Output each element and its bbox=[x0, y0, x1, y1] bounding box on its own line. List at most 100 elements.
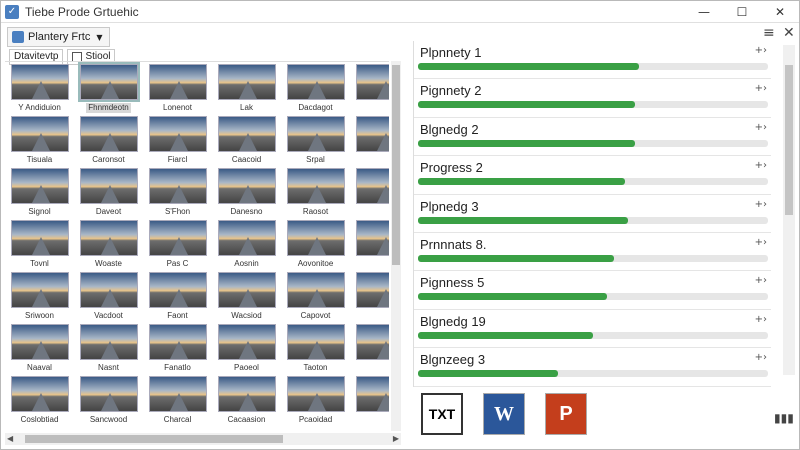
thumbnail-image[interactable] bbox=[10, 376, 69, 412]
progress-row[interactable]: Progress 2 +› bbox=[414, 156, 771, 195]
export-txt-button[interactable]: TXT bbox=[421, 393, 463, 435]
thumbnail-image[interactable] bbox=[79, 168, 138, 204]
thumbnail-image[interactable] bbox=[148, 64, 207, 100]
expand-arrow-icon[interactable]: +› bbox=[755, 160, 767, 171]
thumbnail-image[interactable] bbox=[286, 168, 345, 204]
thumbnail-item[interactable]: Raosot bbox=[285, 168, 346, 220]
thumbnail-image[interactable] bbox=[286, 64, 345, 100]
thumbnail-item[interactable]: Pas C bbox=[147, 220, 208, 272]
panel-menu-icon[interactable]: ≡ bbox=[763, 25, 775, 41]
thumbnail-item[interactable]: Fanatlo bbox=[147, 324, 208, 376]
project-dropdown[interactable]: Plantery Frtc ▼ bbox=[7, 27, 110, 47]
scroll-right-icon[interactable]: ▶ bbox=[393, 433, 399, 445]
scroll-left-icon[interactable]: ◀ bbox=[7, 433, 13, 445]
thumbnail-image[interactable] bbox=[148, 324, 207, 360]
thumbnail-image[interactable] bbox=[10, 64, 69, 100]
thumbnail-item[interactable]: Woaste bbox=[78, 220, 139, 272]
thumbnail-item[interactable]: Signol bbox=[9, 168, 70, 220]
progress-row[interactable]: Pignnety 2 +› bbox=[414, 79, 771, 118]
thumbnail-image[interactable] bbox=[355, 168, 389, 204]
thumbnail-image[interactable] bbox=[148, 376, 207, 412]
thumbnail-item[interactable] bbox=[354, 116, 389, 168]
expand-arrow-icon[interactable]: +› bbox=[755, 199, 767, 210]
thumbnail-image[interactable] bbox=[10, 324, 69, 360]
thumbnail-item[interactable]: Aovonitoe bbox=[285, 220, 346, 272]
thumbnail-item[interactable] bbox=[354, 168, 389, 220]
thumbnail-image[interactable] bbox=[217, 116, 276, 152]
thumbnail-image[interactable] bbox=[355, 116, 389, 152]
thumbnail-item[interactable]: Nasnt bbox=[78, 324, 139, 376]
expand-arrow-icon[interactable]: +› bbox=[755, 314, 767, 325]
thumbnail-image[interactable] bbox=[286, 220, 345, 256]
expand-arrow-icon[interactable]: +› bbox=[755, 45, 767, 56]
thumbnail-item[interactable]: Wacsiod bbox=[216, 272, 277, 324]
minimize-button[interactable]: — bbox=[685, 1, 723, 23]
thumbnail-image[interactable] bbox=[355, 220, 389, 256]
thumbnail-image[interactable] bbox=[355, 64, 389, 100]
thumbnail-item[interactable]: Lonenot bbox=[147, 64, 208, 116]
thumbnail-item[interactable] bbox=[354, 324, 389, 376]
thumbnail-image[interactable] bbox=[148, 220, 207, 256]
thumbnail-item[interactable]: Taoton bbox=[285, 324, 346, 376]
thumbnail-image[interactable] bbox=[217, 376, 276, 412]
thumbnail-image[interactable] bbox=[148, 116, 207, 152]
thumbnail-item[interactable]: Tovnl bbox=[9, 220, 70, 272]
thumbnail-item[interactable]: Fhnmdeotn bbox=[77, 62, 140, 116]
thumbnail-item[interactable]: Cacaasion bbox=[216, 376, 277, 428]
export-powerpoint-button[interactable]: P bbox=[545, 393, 587, 435]
thumbnail-item[interactable]: Sancwood bbox=[78, 376, 139, 428]
thumbnail-image[interactable] bbox=[217, 220, 276, 256]
thumbnail-image[interactable] bbox=[355, 324, 389, 360]
thumbnail-image[interactable] bbox=[79, 116, 138, 152]
export-word-button[interactable]: W bbox=[483, 393, 525, 435]
thumbnail-image[interactable] bbox=[79, 376, 138, 412]
expand-arrow-icon[interactable]: +› bbox=[755, 352, 767, 363]
thumbnail-item[interactable] bbox=[354, 220, 389, 272]
gallery-horizontal-scroll-thumb[interactable] bbox=[25, 435, 283, 443]
thumbnail-item[interactable]: Sriwoon bbox=[9, 272, 70, 324]
thumbnail-item[interactable]: Faont bbox=[147, 272, 208, 324]
thumbnail-item[interactable]: Y Andiduion bbox=[9, 64, 70, 116]
thumbnail-image[interactable] bbox=[286, 116, 345, 152]
thumbnail-item[interactable]: S'Fhon bbox=[147, 168, 208, 220]
thumbnail-image[interactable] bbox=[286, 324, 345, 360]
thumbnail-item[interactable]: Lak bbox=[216, 64, 277, 116]
thumbnail-image[interactable] bbox=[217, 272, 276, 308]
expand-arrow-icon[interactable]: +› bbox=[755, 122, 767, 133]
thumbnail-image[interactable] bbox=[217, 168, 276, 204]
progress-row[interactable]: Blgnzeeg 3 +› bbox=[414, 348, 771, 387]
thumbnail-item[interactable]: Caronsot bbox=[78, 116, 139, 168]
thumbnail-item[interactable]: Dacdagot bbox=[285, 64, 346, 116]
progress-row[interactable]: Blgnedg 2 +› bbox=[414, 118, 771, 157]
thumbnail-image[interactable] bbox=[217, 64, 276, 100]
thumbnail-image[interactable] bbox=[355, 272, 389, 308]
thumbnail-item[interactable]: Danesno bbox=[216, 168, 277, 220]
thumbnail-item[interactable] bbox=[354, 376, 389, 428]
gallery-horizontal-scrollbar[interactable]: ◀ ▶ bbox=[5, 433, 401, 445]
thumbnail-item[interactable] bbox=[354, 272, 389, 324]
expand-arrow-icon[interactable]: +› bbox=[755, 83, 767, 94]
thumbnail-image[interactable] bbox=[286, 272, 345, 308]
thumbnail-image[interactable] bbox=[10, 168, 69, 204]
thumbnail-item[interactable]: Charcal bbox=[147, 376, 208, 428]
thumbnail-image[interactable] bbox=[148, 168, 207, 204]
thumbnail-item[interactable] bbox=[354, 64, 389, 116]
thumbnail-image[interactable] bbox=[10, 116, 69, 152]
progress-row[interactable]: Pignness 5 +› bbox=[414, 271, 771, 310]
thumbnail-item[interactable]: Fiarcl bbox=[147, 116, 208, 168]
thumbnail-item[interactable]: Tisuala bbox=[9, 116, 70, 168]
thumbnail-image[interactable] bbox=[10, 220, 69, 256]
progress-row[interactable]: Plpnedg 3 +› bbox=[414, 195, 771, 233]
progress-vertical-scrollbar[interactable] bbox=[783, 45, 795, 375]
thumbnail-item[interactable]: Naaval bbox=[9, 324, 70, 376]
thumbnail-item[interactable]: Caacoid bbox=[216, 116, 277, 168]
panel-close-icon[interactable]: ✕ bbox=[783, 25, 795, 41]
progress-row[interactable]: Blgnedg 19 +› bbox=[414, 310, 771, 349]
thumbnail-item[interactable]: Daveot bbox=[78, 168, 139, 220]
thumbnail-image[interactable] bbox=[77, 62, 140, 102]
progress-row[interactable]: Prnnnats 8. +› bbox=[414, 233, 771, 272]
expand-arrow-icon[interactable]: +› bbox=[755, 275, 767, 286]
progress-row[interactable]: Plpnnety 1 +› bbox=[414, 41, 771, 80]
close-button[interactable]: ✕ bbox=[761, 1, 799, 23]
expand-arrow-icon[interactable]: +› bbox=[755, 237, 767, 248]
